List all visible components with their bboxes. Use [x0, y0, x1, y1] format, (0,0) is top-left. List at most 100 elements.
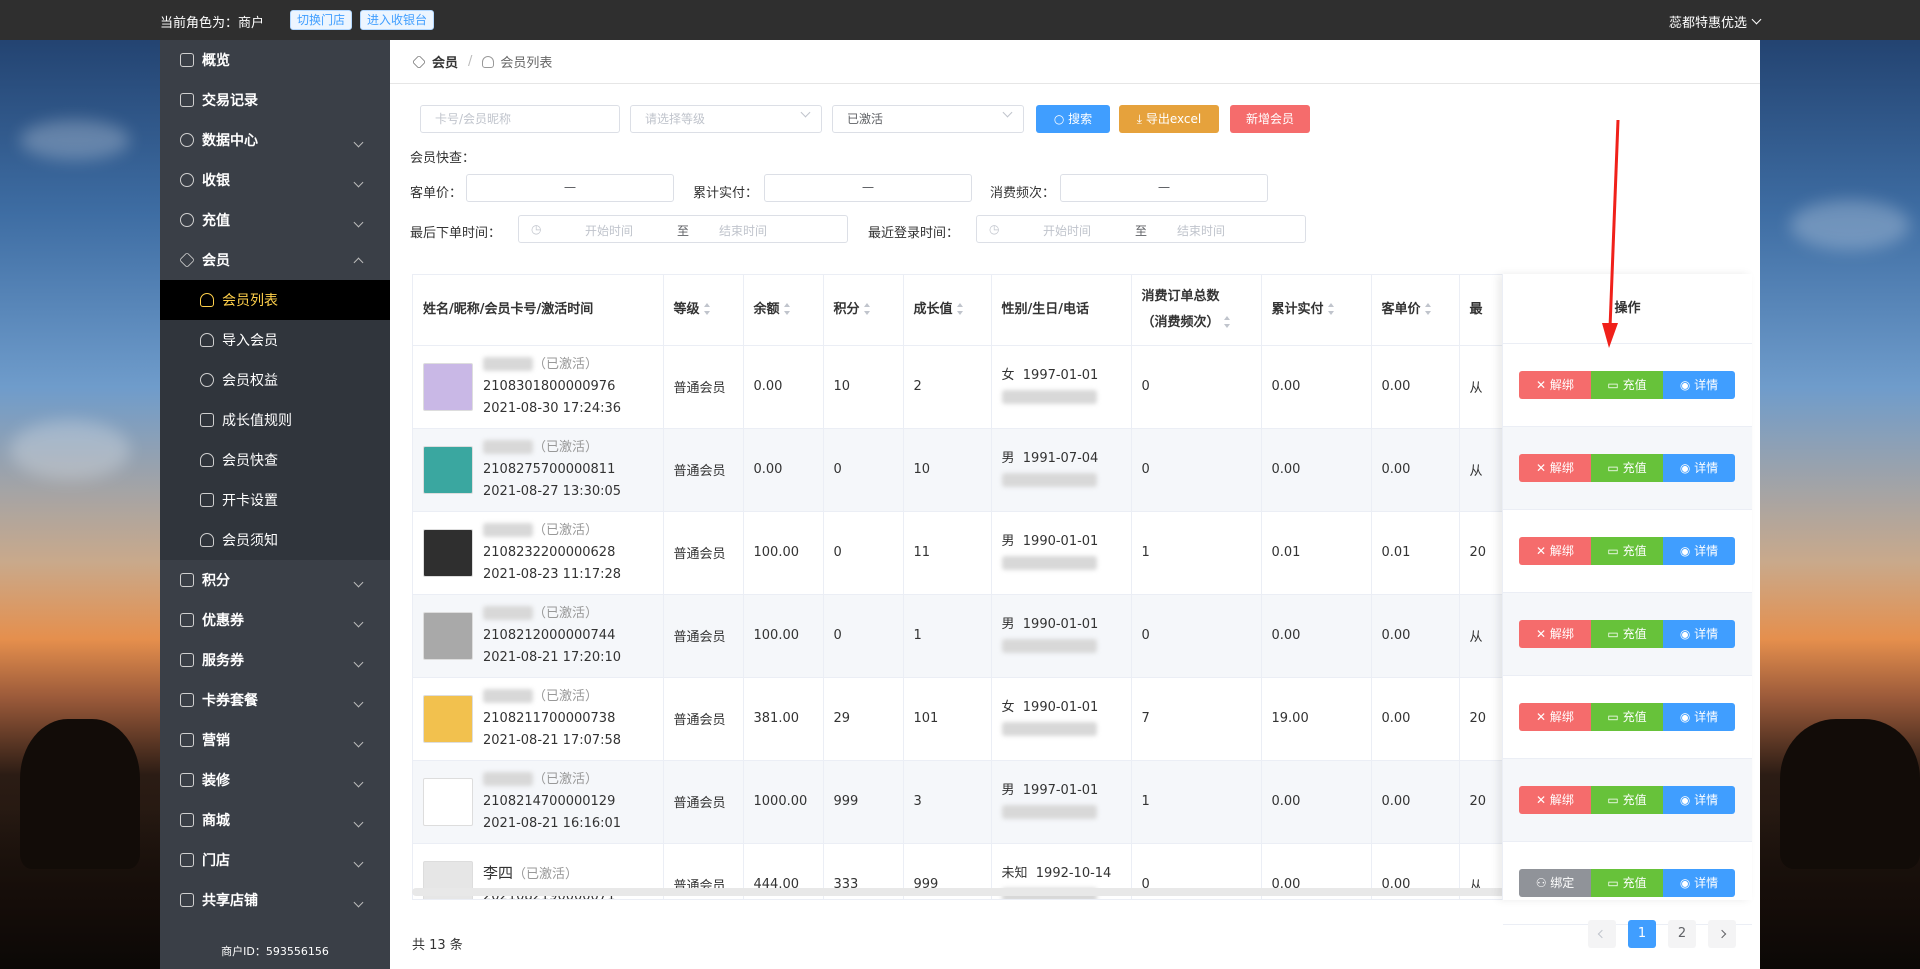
cell-balance: 0.00 — [743, 345, 824, 429]
header-total-paid[interactable]: 累计实付 — [1261, 275, 1372, 346]
sidebar-item-mall[interactable]: 商城 — [160, 800, 390, 840]
sidebar-sub-card-settings[interactable]: 开卡设置 — [160, 480, 390, 520]
last-order-date-range[interactable]: ◷ 开始时间 至 结束时间 — [518, 215, 848, 243]
recharge-icon — [180, 213, 194, 227]
enter-pos-button[interactable]: 进入收银台 — [360, 10, 435, 30]
sidebar-item-decorate[interactable]: 装修 — [160, 760, 390, 800]
sidebar-item-recharge[interactable]: 充值 — [160, 200, 390, 240]
cell-info: 男 1990-01-01 — [991, 511, 1132, 595]
recharge-button[interactable]: ▭ 充值 — [1591, 620, 1663, 648]
member-name: 李四 — [483, 863, 514, 882]
avg-price-input[interactable]: 一 — [466, 174, 674, 202]
sidebar-item-points[interactable]: 积分 — [160, 560, 390, 600]
unbind-button[interactable]: ✕ 解绑 — [1519, 620, 1591, 648]
eye-icon: ◉ — [1679, 876, 1695, 890]
add-member-button[interactable]: 新增会员 — [1230, 105, 1310, 133]
home-icon — [180, 53, 194, 67]
chevron-down-icon — [1002, 107, 1013, 118]
header-points[interactable]: 积分 — [823, 275, 904, 346]
sidebar-item-coupon[interactable]: 优惠券 — [160, 600, 390, 640]
sort-icon[interactable] — [1223, 316, 1231, 329]
cell-info: 女 1990-01-01 — [991, 677, 1132, 761]
unbind-button[interactable]: ✕ 解绑 — [1519, 454, 1591, 482]
sidebar-item-transactions[interactable]: 交易记录 — [160, 80, 390, 120]
breadcrumb-member[interactable]: 会员 — [432, 52, 458, 71]
sidebar-item-label: 会员 — [202, 253, 230, 269]
next-page-button[interactable] — [1708, 920, 1736, 948]
sidebar-item-service-coupon[interactable]: 服务券 — [160, 640, 390, 680]
header-balance[interactable]: 余额 — [743, 275, 824, 346]
sort-icon[interactable] — [956, 303, 964, 316]
level-select[interactable]: 请选择等级 — [630, 105, 822, 133]
detail-button[interactable]: ◉ 详情 — [1663, 371, 1735, 399]
recharge-button[interactable]: ▭ 充值 — [1591, 371, 1663, 399]
recharge-button[interactable]: ▭ 充值 — [1591, 703, 1663, 731]
cell-info: 女 1997-01-01 — [991, 345, 1132, 429]
card-icon: ▭ — [1607, 793, 1623, 807]
page-2-button[interactable]: 2 — [1668, 920, 1696, 948]
sort-icon[interactable] — [1424, 303, 1432, 316]
total-paid-input[interactable]: 一 — [764, 174, 972, 202]
cell-points: 0 — [823, 428, 904, 512]
user-icon — [200, 293, 214, 307]
sidebar-sub-member-notice[interactable]: 会员须知 — [160, 520, 390, 560]
sort-icon[interactable] — [863, 303, 871, 316]
sidebar-item-member[interactable]: 会员 — [160, 240, 390, 280]
page-1-button[interactable]: 1 — [1628, 920, 1656, 948]
sidebar-item-data-center[interactable]: 数据中心 — [160, 120, 390, 160]
detail-button[interactable]: ◉ 详情 — [1663, 537, 1735, 565]
unbind-button[interactable]: ✕ 解绑 — [1519, 703, 1591, 731]
frequency-input[interactable]: 一 — [1060, 174, 1268, 202]
sort-icon[interactable] — [1327, 303, 1335, 316]
status-select[interactable]: 已激活 — [832, 105, 1024, 133]
bell-icon — [200, 373, 214, 387]
cell-avg-price: 0.00 — [1371, 760, 1460, 844]
background-cloud — [10, 420, 130, 480]
header-avg-price[interactable]: 客单价 — [1371, 275, 1460, 346]
unbind-button[interactable]: ✕ 解绑 — [1519, 537, 1591, 565]
last-login-date-range[interactable]: ◷ 开始时间 至 结束时间 — [976, 215, 1306, 243]
search-button[interactable]: ○ 搜索 — [1036, 105, 1110, 133]
recharge-button[interactable]: ▭ 充值 — [1591, 537, 1663, 565]
export-excel-button[interactable]: ⤓ 导出excel — [1119, 105, 1219, 133]
sidebar-sub-growth-rules[interactable]: 成长值规则 — [160, 400, 390, 440]
sidebar-item-marketing[interactable]: 营销 — [160, 720, 390, 760]
sidebar-item-shared-store[interactable]: 共享店铺 — [160, 880, 390, 920]
detail-button[interactable]: ◉ 详情 — [1663, 786, 1735, 814]
header-level[interactable]: 等级 — [663, 275, 744, 346]
sidebar-item-overview[interactable]: 概览 — [160, 40, 390, 80]
sort-icon[interactable] — [703, 303, 711, 316]
unbind-button[interactable]: ✕ 解绑 — [1519, 786, 1591, 814]
header-orders[interactable]: 消费订单总数 （消费频次） — [1131, 275, 1262, 346]
card-search-input[interactable]: 卡号/会员昵称 — [420, 105, 620, 133]
store-selector[interactable]: 蕊都特惠优选 — [1669, 12, 1762, 31]
detail-button[interactable]: ◉ 详情 — [1663, 620, 1735, 648]
top-bar: 当前角色为：商户 切换门店 进入收银台 蕊都特惠优选 — [0, 0, 1920, 40]
last-login-time-label: 最近登录时间： — [868, 226, 960, 241]
sidebar-item-store[interactable]: 门店 — [160, 840, 390, 880]
birthday: 1997-01-01 — [1022, 367, 1099, 383]
switch-store-button[interactable]: 切换门店 — [290, 10, 353, 30]
unbind-button[interactable]: ✕ 解绑 — [1519, 371, 1591, 399]
cell-member: （已激活） 2108301800000976 2021-08-30 17:24:… — [413, 345, 664, 429]
header-growth[interactable]: 成长值 — [903, 275, 992, 346]
sidebar-sub-member-list[interactable]: 会员列表 — [160, 280, 390, 320]
detail-button[interactable]: ◉ 详情 — [1663, 454, 1735, 482]
sidebar-item-cashier[interactable]: 收银 — [160, 160, 390, 200]
table-horizontal-scrollbar[interactable] — [412, 888, 1512, 896]
sidebar-sub-member-benefits[interactable]: 会员权益 — [160, 360, 390, 400]
recharge-button[interactable]: ▭ 充值 — [1591, 454, 1663, 482]
cell-member: （已激活） 2108212000000744 2021-08-21 17:20:… — [413, 594, 664, 678]
button-label: 绑定 — [1550, 876, 1575, 890]
sidebar-sub-import-member[interactable]: 导入会员 — [160, 320, 390, 360]
sidebar-sub-member-lookup[interactable]: 会员快查 — [160, 440, 390, 480]
sort-icon[interactable] — [783, 303, 791, 316]
detail-button[interactable]: ◉ 详情 — [1663, 869, 1735, 897]
cell-total-paid: 0.00 — [1261, 594, 1372, 678]
prev-page-button[interactable] — [1588, 920, 1616, 948]
recharge-button[interactable]: ▭ 充值 — [1591, 869, 1663, 897]
bind-button[interactable]: ⚇ 绑定 — [1519, 869, 1591, 897]
detail-button[interactable]: ◉ 详情 — [1663, 703, 1735, 731]
recharge-button[interactable]: ▭ 充值 — [1591, 786, 1663, 814]
sidebar-item-card-package[interactable]: 卡券套餐 — [160, 680, 390, 720]
